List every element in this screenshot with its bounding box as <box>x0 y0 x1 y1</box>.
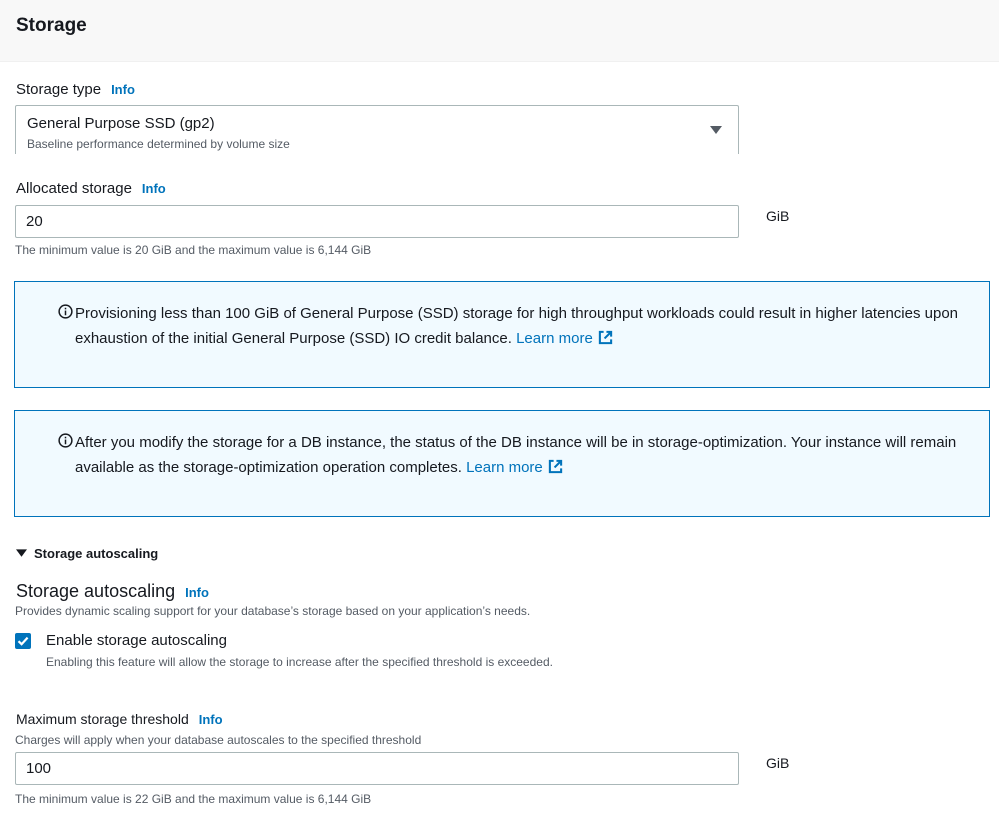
section-title: Storage <box>16 15 87 36</box>
max-threshold-hint: The minimum value is 22 GiB and the maxi… <box>15 792 372 806</box>
storage-autoscaling-expander[interactable]: Storage autoscaling <box>16 546 158 561</box>
external-link-icon <box>598 330 612 344</box>
storage-type-selected-value: General Purpose SSD (gp2) <box>27 115 215 132</box>
alert-text: After you modify the storage for a DB in… <box>75 431 975 480</box>
autoscaling-description: Provides dynamic scaling support for you… <box>15 604 531 618</box>
section-header: Storage <box>0 0 999 62</box>
allocated-storage-info-link[interactable]: Info <box>142 181 166 196</box>
autoscaling-title-row: Storage autoscaling Info <box>16 581 209 602</box>
storage-type-selected-description: Baseline performance determined by volum… <box>27 137 290 151</box>
enable-autoscaling-checkbox[interactable] <box>15 633 31 649</box>
alert-text: Provisioning less than 100 GiB of Genera… <box>75 302 975 351</box>
storage-optimization-alert: After you modify the storage for a DB in… <box>14 410 990 517</box>
autoscaling-info-link[interactable]: Info <box>185 585 209 600</box>
max-threshold-description: Charges will apply when your database au… <box>15 733 422 747</box>
info-circle-icon <box>58 433 73 448</box>
learn-more-label: Learn more <box>516 329 593 347</box>
max-threshold-label: Maximum storage threshold <box>16 711 189 727</box>
allocated-storage-label: Allocated storage <box>16 180 132 197</box>
allocated-storage-label-row: Allocated storage Info <box>16 180 166 198</box>
throughput-warning-alert: Provisioning less than 100 GiB of Genera… <box>14 281 990 388</box>
max-threshold-input[interactable] <box>15 752 739 785</box>
info-circle-icon <box>58 304 73 319</box>
autoscaling-title: Storage autoscaling <box>16 581 176 601</box>
enable-autoscaling-label[interactable]: Enable storage autoscaling <box>46 632 227 649</box>
storage-type-info-link[interactable]: Info <box>111 82 135 97</box>
learn-more-link[interactable]: Learn more <box>466 459 563 476</box>
storage-type-label: Storage type <box>16 81 102 98</box>
allocated-storage-hint: The minimum value is 20 GiB and the maxi… <box>15 243 372 257</box>
learn-more-label: Learn more <box>466 458 543 476</box>
learn-more-link[interactable]: Learn more <box>516 330 613 347</box>
max-threshold-label-row: Maximum storage threshold Info <box>16 711 223 729</box>
storage-type-select[interactable]: General Purpose SSD (gp2) Baseline perfo… <box>15 105 739 154</box>
expander-label: Storage autoscaling <box>34 546 159 561</box>
storage-type-label-row: Storage type Info <box>16 81 135 99</box>
allocated-storage-unit: GiB <box>766 208 790 224</box>
max-threshold-info-link[interactable]: Info <box>199 712 223 727</box>
max-threshold-unit: GiB <box>766 755 790 771</box>
caret-down-icon <box>710 126 722 134</box>
enable-autoscaling-description: Enabling this feature will allow the sto… <box>46 655 553 669</box>
caret-down-icon <box>16 549 27 557</box>
allocated-storage-input[interactable] <box>15 205 739 238</box>
external-link-icon <box>548 459 562 473</box>
checkmark-icon <box>17 636 29 646</box>
